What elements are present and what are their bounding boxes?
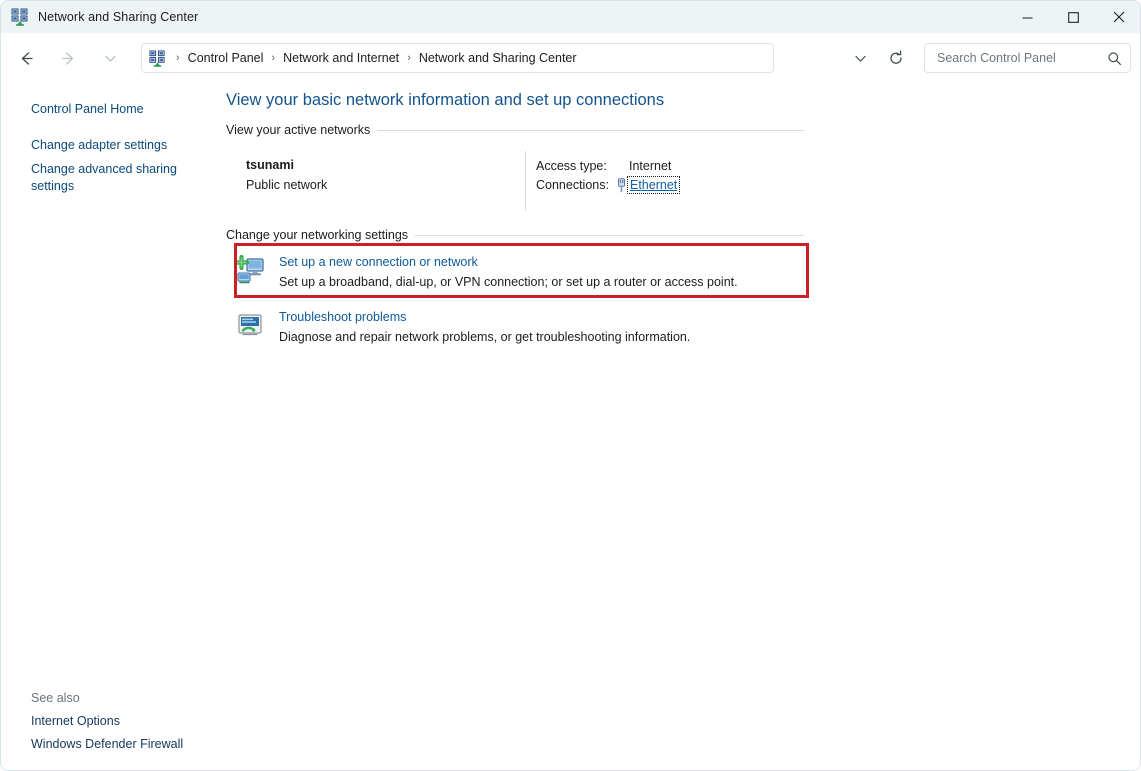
connections-label: Connections: [536,178,609,192]
refresh-icon [890,50,902,64]
section-heading-active-networks: View your active networks [226,123,378,137]
page-title: View your basic network information and … [226,91,665,109]
sidebar-item-change-advanced-sharing-settings[interactable]: Change advanced sharing settings [31,161,191,195]
maximize-button[interactable] [1050,1,1096,33]
breadcrumb-item-network-and-internet[interactable]: Network and Internet [279,48,403,68]
network-panel-divider [525,151,526,211]
network-type: Public network [246,178,328,192]
see-also-item-internet-options[interactable]: Internet Options [31,714,120,728]
connection-link-ethernet[interactable]: Ethernet [626,176,681,194]
task-description-troubleshoot-problems: Diagnose and repair network problems, or… [279,330,691,344]
refresh-button[interactable] [883,45,909,71]
address-dropdown-button[interactable] [846,45,874,71]
chevron-down-icon [104,55,116,62]
minimize-button[interactable] [1004,1,1050,33]
search-box[interactable] [924,43,1131,73]
network-sharing-center-window: Network and Sharing Center › Control Pan… [0,0,1141,771]
breadcrumb-item-control-panel[interactable]: Control Panel [184,48,268,68]
maximize-icon [1067,11,1079,23]
breadcrumb-item-network-and-sharing-center[interactable]: Network and Sharing Center [415,48,581,68]
task-link-troubleshoot-problems[interactable]: Troubleshoot problems [279,310,406,324]
sidebar-item-control-panel-home[interactable]: Control Panel Home [31,101,144,118]
see-also-heading: See also [31,691,80,705]
breadcrumb-separator: › [271,52,276,64]
window-title: Network and Sharing Center [38,10,199,24]
annotation-highlight-box [234,243,809,298]
search-input[interactable] [935,47,1099,69]
forward-arrow-icon [61,51,73,65]
network-name: tsunami [246,158,294,172]
close-button[interactable] [1096,1,1140,33]
minimize-icon [1022,17,1032,18]
main-panel: View your basic network information and … [223,83,1140,770]
forward-button[interactable] [53,43,83,73]
ethernet-cable-icon [618,178,625,193]
sidebar-item-change-adapter-settings[interactable]: Change adapter settings [31,137,167,154]
sidebar: Control Panel Home Change adapter settin… [1,83,223,770]
content-area: Control Panel Home Change adapter settin… [1,83,1140,770]
see-also-item-windows-defender-firewall[interactable]: Windows Defender Firewall [31,737,183,751]
task-description-setup-new-connection: Set up a broadband, dial-up, or VPN conn… [279,275,738,289]
title-bar: Network and Sharing Center [1,1,1140,33]
network-sharing-icon [149,49,165,67]
window-controls [1004,1,1140,33]
task-link-setup-new-connection[interactable]: Set up a new connection or network [279,255,478,269]
breadcrumb-separator: › [176,52,180,64]
access-type-label: Access type: [536,159,607,173]
network-sharing-icon [11,8,28,26]
troubleshoot-icon [238,314,262,336]
close-icon [1113,11,1125,23]
recent-locations-button[interactable] [95,43,125,73]
section-heading-networking-settings: Change your networking settings [226,228,416,242]
address-bar[interactable]: › Control Panel › Network and Internet ›… [141,43,774,73]
access-type-value: Internet [629,159,672,173]
back-button[interactable] [11,43,41,73]
new-connection-icon [234,255,264,284]
chevron-down-icon [854,55,866,62]
search-icon[interactable] [1104,48,1124,68]
breadcrumb-separator: › [407,52,411,64]
back-arrow-icon [21,51,33,65]
